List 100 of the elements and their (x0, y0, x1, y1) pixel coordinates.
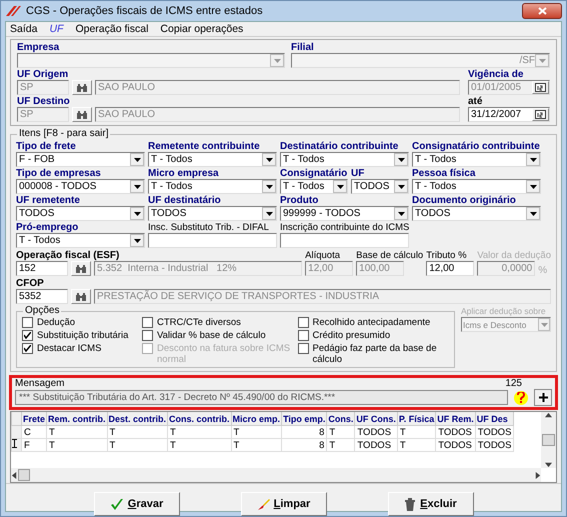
menu-item[interactable]: Copiar operações (160, 23, 244, 35)
input-field[interactable] (148, 233, 277, 248)
input-field[interactable] (280, 233, 409, 248)
number-field[interactable]: 12,00 (426, 261, 474, 276)
uf-name-field: SAO PAULO (95, 80, 460, 95)
scroll-thumb[interactable] (18, 469, 30, 481)
field-label: Base de cálculo (356, 250, 424, 261)
input-field[interactable]: 5352 (16, 289, 68, 304)
field-label: Mensagem (15, 378, 64, 389)
checkbox[interactable] (142, 330, 153, 341)
checkbox-label: Crédito presumido (312, 330, 390, 341)
table-cell: TODOS (354, 426, 398, 438)
close-button[interactable] (522, 3, 562, 19)
dropdown[interactable]: T - Todos (412, 152, 541, 167)
table-cell: TODOS (436, 426, 476, 438)
checkbox-label: Destacar ICMS (37, 343, 102, 354)
menu-item[interactable]: Operação fiscal (75, 23, 148, 35)
calendar-button[interactable] (532, 108, 549, 121)
table-cell: T (107, 426, 168, 438)
column-header[interactable]: UF Des (475, 412, 514, 426)
dropdown[interactable]: T - Todos (412, 179, 541, 194)
dropdown[interactable]: T - Todos (16, 233, 145, 248)
checkbox-label: Pedágio faz parte da base de cálculo (312, 343, 438, 365)
field-label: Tipo de frete (16, 141, 77, 152)
add-button[interactable] (534, 389, 552, 406)
table-cell: T (326, 426, 355, 438)
checkbox-label: CTRC/CTe diversos (157, 317, 241, 328)
binoculars-button[interactable] (72, 80, 92, 95)
column-header[interactable]: UF Rem. (436, 412, 476, 426)
column-header[interactable]: Dest. contrib. (107, 412, 168, 426)
field-label: até (468, 96, 484, 107)
field-label: Aplicar dedução sobre (461, 306, 547, 317)
table-cell: TODOS (475, 438, 514, 452)
dropdown[interactable]: T - Todos (148, 179, 277, 194)
field-label: Vigência de (468, 69, 524, 80)
dropdown[interactable]: T - Todos (148, 152, 277, 167)
field-label: Empresa (17, 42, 60, 53)
description-field: 5.352 Interna - Industrial 12% (94, 261, 302, 276)
column-header[interactable]: Rem. contrib. (46, 412, 108, 426)
dropdown[interactable]: T - Todos (280, 179, 348, 194)
table-cell: T (326, 438, 355, 452)
table-cell: T (168, 426, 232, 438)
binoculars-button[interactable] (72, 107, 92, 122)
dropdown[interactable]: T - Todos (280, 152, 409, 167)
brush-icon (256, 498, 270, 510)
table-cell: TODOS (436, 438, 476, 452)
empresa-dropdown[interactable] (17, 53, 285, 68)
horizontal-scrollbar[interactable] (11, 468, 541, 482)
field-label: Pró-emprego (16, 222, 80, 233)
binoculars-icon (76, 84, 88, 92)
dropdown[interactable]: TODOS (148, 206, 277, 221)
checkbox-label: Dedução (37, 317, 76, 328)
checkbox[interactable] (22, 343, 33, 354)
binoculars-icon (75, 264, 87, 272)
checkbox[interactable] (22, 330, 33, 341)
character-count: 125 (505, 378, 522, 389)
checkbox-label: Substituição tributária (37, 330, 128, 341)
column-header[interactable]: UF Cons. (354, 412, 398, 426)
menu-item[interactable]: UF (49, 23, 64, 35)
field-label: Valor da dedução (477, 250, 551, 261)
dropdown[interactable]: TODOS (16, 206, 145, 221)
checkbox[interactable] (142, 317, 153, 328)
field-label: Tipo de empresas (16, 168, 102, 179)
clear-button[interactable]: Limpar (240, 492, 326, 516)
column-header[interactable]: Frete (22, 412, 47, 426)
binoculars-button[interactable] (71, 261, 91, 276)
field-label: Filial (291, 42, 315, 53)
table-cell: TODOS (475, 426, 514, 438)
field-label: UF Origem (17, 69, 70, 80)
column-header[interactable]: P. Física (397, 412, 436, 426)
checkbox-label: Recolhido antecipadamente (312, 317, 430, 328)
input-field[interactable]: 152 (16, 261, 68, 276)
delete-button[interactable]: Excluir (388, 492, 474, 516)
dropdown[interactable]: TODOS (412, 206, 541, 221)
dropdown[interactable]: 999999 - TODOS (280, 206, 409, 221)
column-header[interactable]: Tipo emp. (282, 412, 327, 426)
vertical-scrollbar[interactable] (541, 412, 556, 468)
plus-icon (538, 393, 548, 402)
uf-name-field: SAO PAULO (95, 107, 460, 122)
dropdown[interactable]: F - FOB (16, 152, 145, 167)
field-label: Destinatário contribuinte (280, 141, 400, 152)
scroll-thumb[interactable] (542, 434, 555, 446)
checkbox[interactable] (22, 317, 33, 328)
table-cell: T (397, 426, 436, 438)
message-field[interactable]: *** Substituição Tributária do Art. 317 - Decreto Nº 45.490/00 do RICMS.*** (15, 390, 508, 405)
save-button[interactable]: Gravar (94, 492, 180, 516)
column-header[interactable]: Cons. contrib. (168, 412, 232, 426)
dropdown[interactable]: TODOS (351, 179, 409, 194)
checkbox[interactable] (298, 343, 308, 354)
checkbox[interactable] (298, 317, 308, 328)
menu-item[interactable]: Saída (10, 23, 38, 35)
dropdown[interactable]: 000008 - TODOS (16, 179, 145, 194)
binoculars-button[interactable] (71, 289, 91, 304)
column-header[interactable]: Micro emp. (231, 412, 282, 426)
window-title: CGS - Operações fiscais de ICMS entre estados (26, 5, 263, 17)
field-label: Insc. Substituto Trib. - DIFAL (148, 222, 270, 233)
date-field[interactable]: 31/12/2007 (468, 107, 550, 122)
checkbox[interactable] (298, 330, 308, 341)
column-header[interactable]: Cons. (326, 412, 355, 426)
help-icon[interactable] (514, 390, 528, 404)
